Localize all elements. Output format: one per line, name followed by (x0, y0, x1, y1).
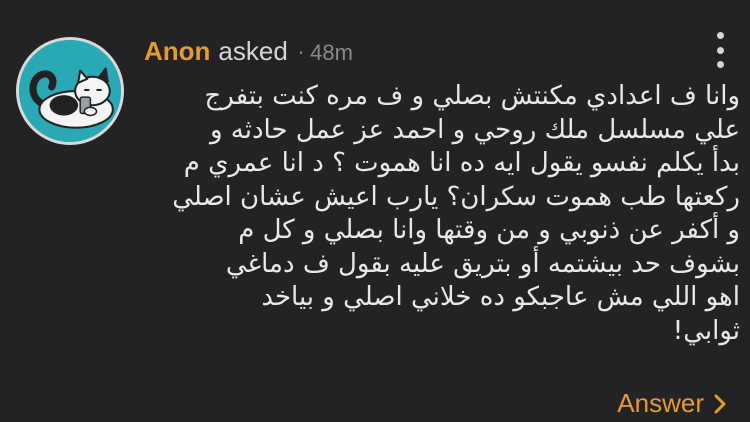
answer-button[interactable]: Answer (617, 388, 726, 419)
author-name[interactable]: Anon (144, 36, 210, 67)
question-text: وانا ف اعدادي مكنتش بصلي و ف مره كنت بتف… (140, 80, 740, 348)
question-line: بدأ يكلم نفسو يقول ايه ده انا هموت ؟ د ا… (183, 148, 740, 178)
cat-illustration (19, 40, 121, 142)
post-header: Anon asked · 48m (144, 36, 353, 72)
question-card: Anon asked · 48m وانا ف اعدادي مكنتش بصل… (0, 0, 750, 422)
question-line: بشوف حد بيشتمه أو بتريق عليه بقول ف دماغ… (225, 248, 740, 279)
question-line: وانا ف اعدادي مكنتش بصلي و ف مره كنت بتف… (204, 81, 740, 111)
question-line: ثوابي! (672, 315, 740, 346)
cat-avatar-icon[interactable] (16, 37, 124, 145)
menu-dot (716, 61, 724, 68)
question-line: اهو اللي مش عاجبكو ده خلاني اصلي و بياخد (261, 282, 740, 312)
separator-dot: · (297, 41, 305, 65)
more-vertical-icon[interactable] (708, 30, 732, 70)
action-verb: asked (218, 36, 288, 66)
question-line: و أكفر عن ذنوبي و من وقتها وانا بصلي و ك… (238, 215, 740, 245)
timestamp: 48m (310, 40, 353, 65)
menu-dot (716, 46, 724, 54)
question-line: علي مسلسل ملك روحي و احمد عز عمل حادثه و (209, 114, 740, 145)
chevron-right-icon (714, 394, 726, 413)
answer-label: Answer (617, 388, 704, 418)
question-line: ركعتها طب هموت سكران؟ يارب اعيش عشان اصل… (172, 181, 740, 212)
menu-dot (716, 32, 724, 39)
